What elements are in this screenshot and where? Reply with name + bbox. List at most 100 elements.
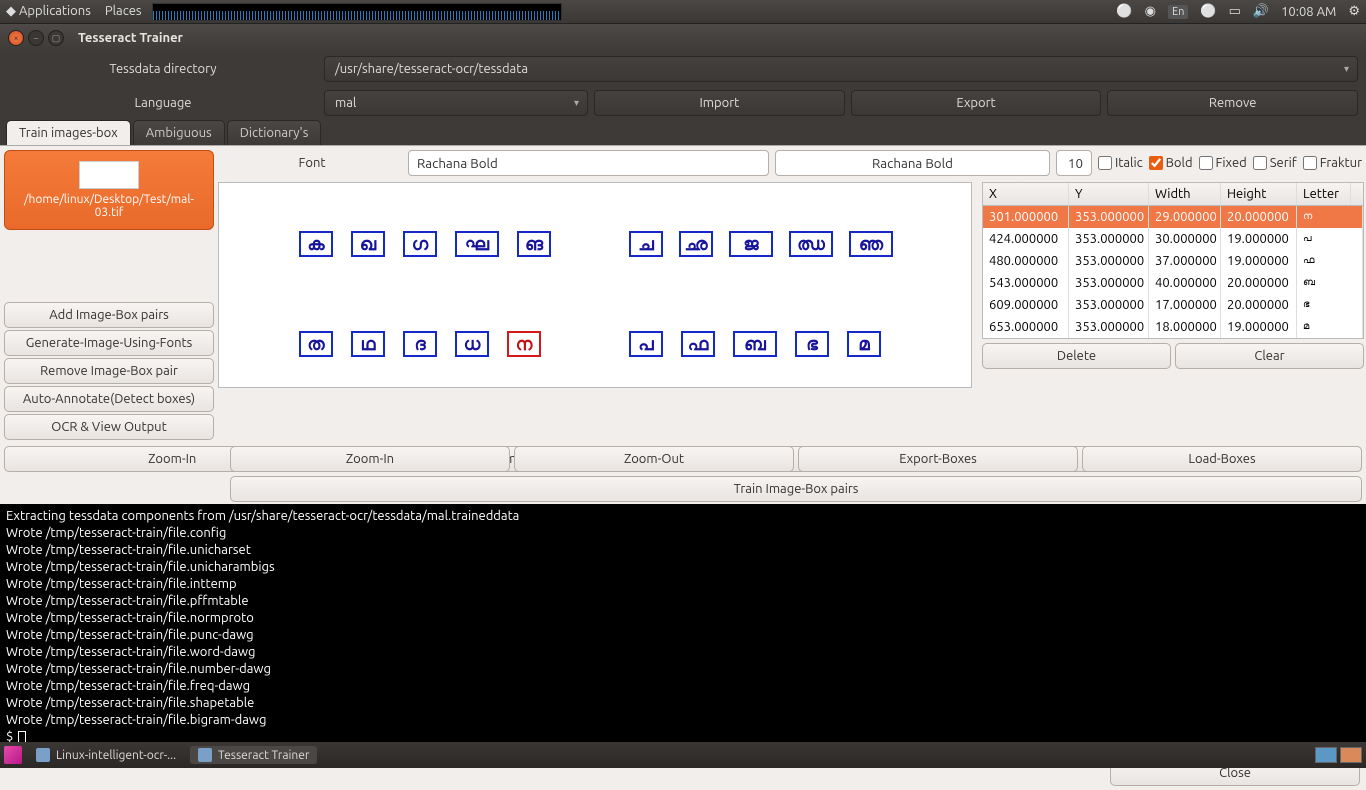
system-monitor-graph[interactable] xyxy=(152,3,562,21)
glyph-box[interactable]: ങ xyxy=(517,231,551,257)
image-canvas[interactable]: ക ഖ ഗ ഘ ങ ച ഛ ജ ഝ ഞ ത ഥ ദ ധ xyxy=(218,182,972,388)
italic-checkbox[interactable]: Italic xyxy=(1098,156,1143,170)
glyph-box[interactable]: ച xyxy=(629,231,663,257)
glyph-box[interactable]: ഫ xyxy=(681,331,715,357)
remove-button[interactable]: Remove xyxy=(1107,90,1358,116)
show-apps-icon[interactable] xyxy=(4,746,22,764)
auto-annotate-button[interactable]: Auto-Annotate(Detect boxes) xyxy=(4,386,214,412)
zoom-out-button[interactable]: Zoom-Out xyxy=(514,446,794,472)
train-image-box-button[interactable]: Train Image-Box pairs xyxy=(230,476,1362,502)
generate-image-button[interactable]: Generate-Image-Using-Fonts xyxy=(4,330,214,356)
bluetooth-icon[interactable]: ⚪ xyxy=(1116,4,1132,19)
glyph-box[interactable]: ഞ xyxy=(849,231,893,257)
wifi-icon[interactable]: ◉ xyxy=(1145,4,1156,19)
table-row[interactable]: 480.000000353.00000037.00000019.000000ഫ xyxy=(983,250,1363,272)
font-size-input[interactable] xyxy=(1056,150,1092,176)
table-row[interactable]: 301.000000353.00000029.00000020.000000ന xyxy=(983,206,1363,228)
tab-dictionarys[interactable]: Dictionary's xyxy=(227,120,322,145)
menu-applications[interactable]: ◆ Applications xyxy=(6,4,91,19)
app-icon xyxy=(36,748,50,762)
glyph-box[interactable]: പ xyxy=(629,331,663,357)
fixed-checkbox[interactable]: Fixed xyxy=(1199,156,1247,170)
keyboard-lang[interactable]: En xyxy=(1168,5,1188,19)
language-combo[interactable]: mal▾ xyxy=(324,90,588,116)
glyph-box[interactable]: ഘ xyxy=(455,231,499,257)
font-desc-input[interactable] xyxy=(775,150,1050,176)
tessdata-label: Tessdata directory xyxy=(8,62,318,76)
window-maximize-button[interactable]: ▢ xyxy=(48,30,64,46)
center-panel: Font Italic Bold Fixed Serif Fraktur ക ഖ… xyxy=(218,146,1366,444)
col-y[interactable]: Y xyxy=(1069,183,1149,205)
image-thumbnail[interactable]: /home/linux/Desktop/Test/mal-03.tif xyxy=(4,150,214,230)
glyph-box[interactable]: ധ xyxy=(455,331,489,357)
add-image-box-button[interactable]: Add Image-Box pairs xyxy=(4,302,214,328)
window-close-button[interactable]: × xyxy=(8,30,24,46)
taskbar-item[interactable]: Linux-intelligent-ocr-... xyxy=(28,746,184,764)
col-x[interactable]: X xyxy=(983,183,1069,205)
load-boxes-button[interactable]: Load-Boxes xyxy=(1082,446,1362,472)
glyph-box[interactable]: ഗ xyxy=(403,231,437,257)
delete-box-button[interactable]: Delete xyxy=(982,343,1171,369)
ocr-view-output-button[interactable]: OCR & View Output xyxy=(4,414,214,440)
glyph-box[interactable]: ഥ xyxy=(351,331,385,357)
workspace-2[interactable] xyxy=(1340,747,1362,763)
tab-train-images-box[interactable]: Train images-box xyxy=(6,120,131,145)
col-height[interactable]: Height xyxy=(1221,183,1297,205)
glyph-box[interactable]: ത xyxy=(299,331,333,357)
bold-checkbox[interactable]: Bold xyxy=(1149,156,1193,170)
font-row: Font Italic Bold Fixed Serif Fraktur xyxy=(218,146,1366,180)
serif-checkbox[interactable]: Serif xyxy=(1253,156,1297,170)
glyph-box[interactable]: ബ xyxy=(733,331,777,357)
table-row[interactable]: 543.000000353.00000040.00000020.000000ബ xyxy=(983,272,1363,294)
table-row[interactable]: 609.000000353.00000017.00000020.000000ഭ xyxy=(983,294,1363,316)
zoom-in-button[interactable]: Zoom-In xyxy=(230,446,510,472)
window-minimize-button[interactable]: – xyxy=(28,30,44,46)
volume-icon[interactable]: 🔊 xyxy=(1253,4,1269,19)
taskbar-item-active[interactable]: Tesseract Trainer xyxy=(190,746,317,764)
clock[interactable]: 10:08 AM xyxy=(1281,5,1336,19)
export-boxes-button[interactable]: Export-Boxes xyxy=(798,446,1078,472)
chevron-down-icon: ▾ xyxy=(574,97,579,109)
clear-box-button[interactable]: Clear xyxy=(1175,343,1364,369)
table-row[interactable]: 424.000000353.00000030.00000019.000000പ xyxy=(983,228,1363,250)
taskbar: Linux-intelligent-ocr-... Tesseract Trai… xyxy=(0,742,1366,768)
glyph-box[interactable]: ഛ xyxy=(679,231,713,257)
bluetooth2-icon[interactable]: ⚪ xyxy=(1200,4,1216,19)
menu-places[interactable]: Places xyxy=(105,4,142,19)
glyph-box[interactable]: ക xyxy=(299,231,333,257)
thumbnail-path: /home/linux/Desktop/Test/mal-03.tif xyxy=(11,193,207,219)
left-panel: /home/linux/Desktop/Test/mal-03.tif Add … xyxy=(0,146,218,444)
glyph-box[interactable]: ഝ xyxy=(789,231,833,257)
glyph-box[interactable]: ദ xyxy=(403,331,437,357)
battery-icon[interactable]: ▭ xyxy=(1229,4,1241,19)
fraktur-checkbox[interactable]: Fraktur xyxy=(1303,156,1362,170)
workspace-1[interactable] xyxy=(1315,747,1337,763)
box-table[interactable]: X Y Width Height Letter 301.000000353.00… xyxy=(982,182,1364,339)
import-button[interactable]: Import xyxy=(594,90,845,116)
glyph-box[interactable]: മ xyxy=(847,331,881,357)
thumbnail-preview xyxy=(79,161,139,189)
tab-ambiguous[interactable]: Ambiguous xyxy=(133,120,225,145)
app-tabs: Train images-box Ambiguous Dictionary's xyxy=(0,120,1366,145)
window-titlebar[interactable]: × – ▢ Tesseract Trainer xyxy=(0,24,1366,52)
font-name-input[interactable] xyxy=(408,150,769,176)
col-letter[interactable]: Letter xyxy=(1297,183,1351,205)
tessdata-combo[interactable]: /usr/share/tesseract-ocr/tessdata▾ xyxy=(324,56,1358,82)
glyph-box-selected[interactable]: ന xyxy=(507,331,541,357)
language-label: Language xyxy=(8,96,318,110)
glyph-box[interactable]: ഭ xyxy=(795,331,829,357)
glyph-box[interactable]: ഖ xyxy=(351,231,385,257)
main-body: /home/linux/Desktop/Test/mal-03.tif Add … xyxy=(0,145,1366,444)
language-row: Language mal▾ Import Export Remove xyxy=(0,86,1366,120)
remove-image-box-button[interactable]: Remove Image-Box pair xyxy=(4,358,214,384)
train-row: Train Image-Box pairs xyxy=(0,474,1366,504)
table-row[interactable]: 653.000000353.00000018.00000019.000000മ xyxy=(983,316,1363,338)
col-width[interactable]: Width xyxy=(1149,183,1221,205)
gear-icon[interactable]: ⚙ xyxy=(1348,4,1360,19)
glyph-box[interactable]: ജ xyxy=(729,231,773,257)
tessdata-row: Tessdata directory /usr/share/tesseract-… xyxy=(0,52,1366,86)
terminal-output[interactable]: Extracting tessdata components from /usr… xyxy=(0,504,1366,756)
export-button[interactable]: Export xyxy=(851,90,1102,116)
window-title: Tesseract Trainer xyxy=(78,31,183,45)
system-menubar: ◆ Applications Places ⚪ ◉ En ⚪ ▭ 🔊 10:08… xyxy=(0,0,1366,24)
